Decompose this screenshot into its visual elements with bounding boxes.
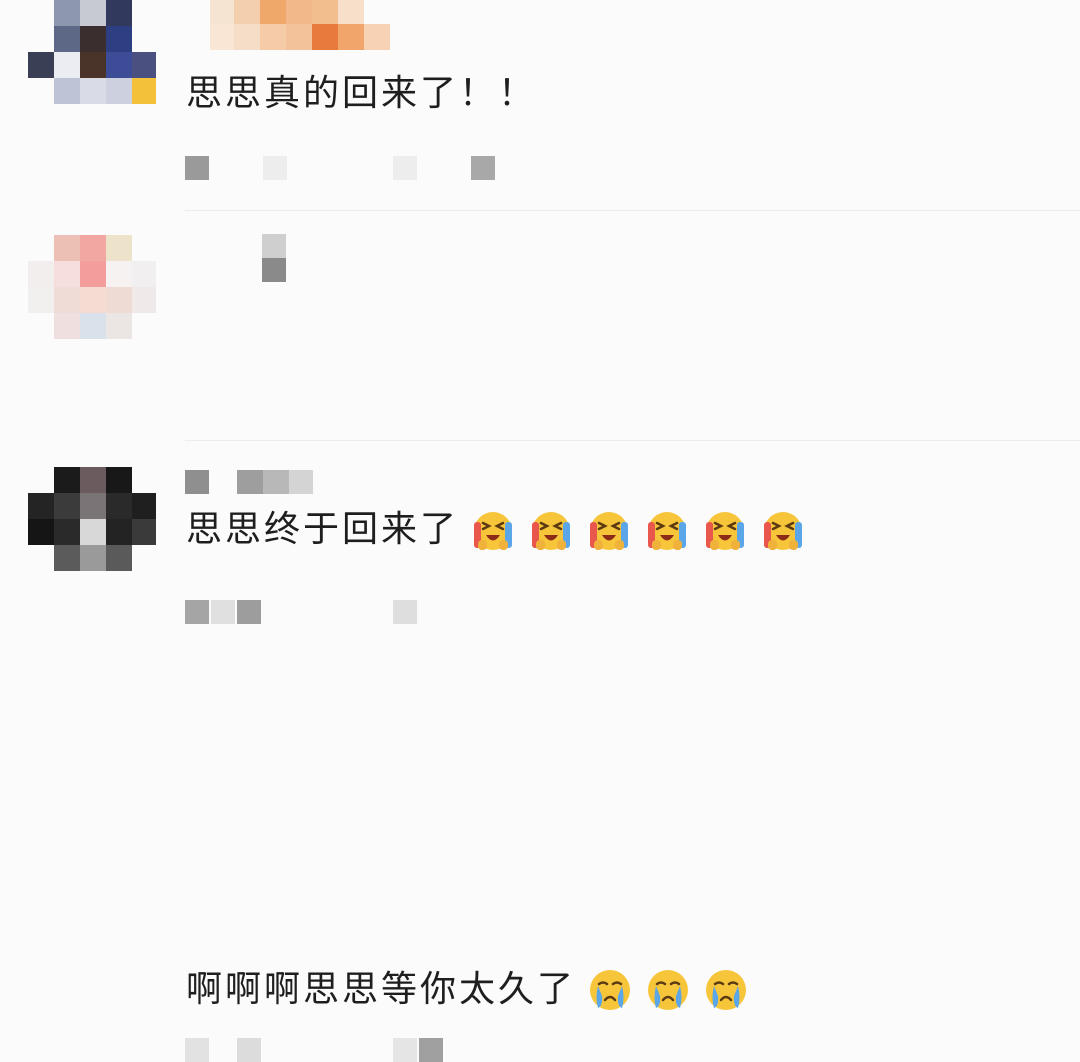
reply-button[interactable] <box>185 156 209 180</box>
crying-emoji <box>644 966 692 1014</box>
like-button[interactable] <box>237 1038 261 1062</box>
avatar[interactable] <box>28 467 156 571</box>
username[interactable] <box>262 234 288 282</box>
crying-emoji <box>702 966 750 1014</box>
avatar[interactable] <box>28 235 156 339</box>
comment-item: 思思真的回来了！！ <box>0 0 1080 210</box>
share-button[interactable] <box>393 1038 417 1062</box>
comment-text-body: 啊啊啊思思等你太久了 <box>186 969 577 1010</box>
comment-text-body: 思思真的回来了！！ <box>186 73 538 114</box>
avatar[interactable] <box>28 0 156 104</box>
share-button[interactable] <box>393 156 417 180</box>
comment-text: 啊啊啊思思等你太久了 <box>186 966 750 1014</box>
reply-button[interactable] <box>185 1038 209 1062</box>
more-button[interactable] <box>471 156 495 180</box>
comment-actions <box>185 1038 455 1062</box>
comment-item: 啊啊啊思思等你太久了 <box>0 440 1080 1062</box>
comment-item: 思思终于回来了 <box>0 210 1080 624</box>
like-button[interactable] <box>263 156 287 180</box>
crying-emoji <box>586 966 634 1014</box>
username[interactable] <box>185 470 315 498</box>
more-button[interactable] <box>419 1038 443 1062</box>
username[interactable] <box>210 0 440 50</box>
comment-actions <box>185 156 505 180</box>
comment-text: 思思真的回来了！！ <box>186 72 537 116</box>
